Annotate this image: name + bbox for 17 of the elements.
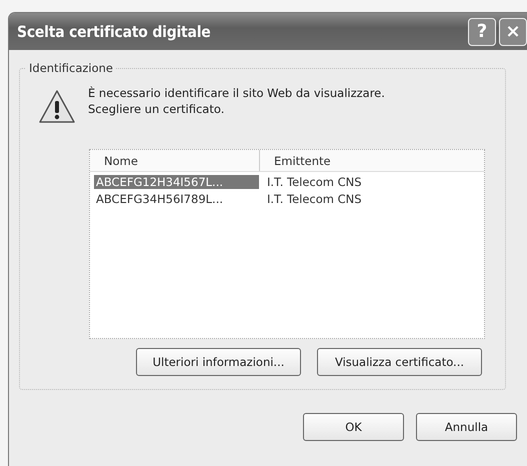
ok-button[interactable]: OK	[303, 413, 404, 441]
column-header[interactable]: Nome	[90, 150, 260, 171]
help-button[interactable]: ?	[468, 18, 496, 46]
message-text: È necessario identificare il sito Web da visualizzare.	[88, 85, 385, 101]
window-title: Scelta certificato digitale	[17, 22, 211, 40]
column-header[interactable]: Emittente	[260, 150, 331, 171]
cancel-button[interactable]: Annulla	[416, 413, 517, 441]
warning-icon	[38, 89, 76, 125]
list-item[interactable]: ABCEFG34H56I789L...	[94, 192, 259, 206]
view-certificate-button[interactable]: Visualizza certificato...	[317, 348, 482, 376]
list-item[interactable]: I.T. Telecom CNS	[259, 192, 362, 206]
more-info-button[interactable]: Ulteriori informazioni...	[136, 348, 301, 376]
group-label: Identificazione	[26, 61, 116, 75]
list-item[interactable]: I.T. Telecom CNS	[259, 174, 362, 188]
close-button[interactable]: ×	[499, 18, 527, 46]
message-text: Scegliere un certificato.	[88, 101, 226, 117]
list-item[interactable]: ABCEFG12H34I567L...	[94, 174, 259, 188]
